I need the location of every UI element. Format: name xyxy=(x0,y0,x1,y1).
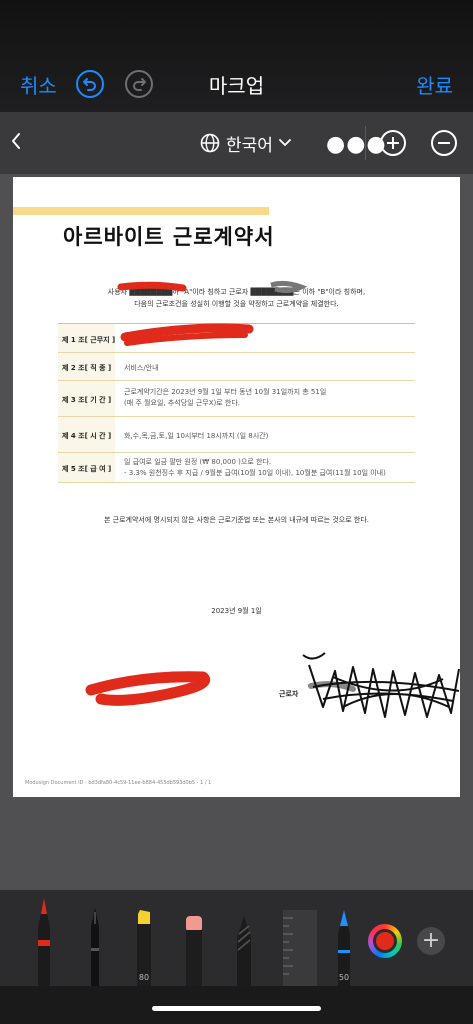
signature-scribble xyxy=(302,652,460,718)
clause-label: 제 2 조[ 직 종 ] xyxy=(62,364,112,372)
clause-label: 제 5 조[ 급 여 ] xyxy=(62,465,112,473)
red-redaction-stroke xyxy=(85,671,211,706)
clause-row: 제 1 조[ 근무지 ] 20 xyxy=(58,323,415,353)
document-page[interactable]: 아르바이트 근로계약서 사용자 ████████하 "A"이라 칭하고 근로자 … xyxy=(13,177,460,797)
page-title: 마크업 xyxy=(208,74,265,98)
pencil-size-label: 50 xyxy=(338,973,350,982)
pen-tool[interactable] xyxy=(31,890,57,986)
color-picker-icon[interactable] xyxy=(368,924,402,958)
fine-pen-tool[interactable] xyxy=(82,890,108,986)
clause-label: 제 3 조[ 기 간 ] xyxy=(62,396,112,404)
clause-value-line2: (매 주 월요일, 추석당일 근무X)로 한다. xyxy=(124,399,240,407)
home-indicator[interactable] xyxy=(152,1006,321,1011)
clause-value: 서비스/안내 xyxy=(124,364,159,372)
highlighter-tool[interactable]: 80 xyxy=(131,890,157,986)
clause-value: 근로계약기간은 2023년 9월 1일 부터 동년 10월 31일까지 총 51… xyxy=(124,388,327,396)
zoom-out-icon[interactable] xyxy=(430,129,458,161)
document-title: 아르바이트 근로계약서 xyxy=(63,225,275,249)
navigation-bar: 취소 마크업 완료 xyxy=(0,0,473,112)
highlighter-size-label: 80 xyxy=(138,973,150,982)
toolbar-divider xyxy=(365,126,366,160)
clause-value: 일 급여로 일금 팔만 원정 (₩ 80,000 )으로 한다. xyxy=(124,458,272,466)
color-picker-ring xyxy=(373,929,397,953)
ruler-tool[interactable] xyxy=(279,890,319,986)
clause-label: 제 1 조[ 근무지 ] xyxy=(62,336,116,344)
markup-tools-palette: 80 50 + xyxy=(0,890,473,986)
eraser-tool[interactable] xyxy=(181,890,207,986)
clause-row: 제 3 조[ 기 간 ] 근로계약기간은 2023년 9월 1일 부터 동년 1… xyxy=(58,381,415,417)
document-toolbar: 한국어 ●●● xyxy=(0,112,473,174)
plus-icon: + xyxy=(421,928,441,953)
supplementary-note: 본 근로계약서에 명시되지 않은 사항은 근로기준법 또는 본사의 내규에 따르… xyxy=(104,516,369,524)
intro-line-1: 사용자 ████████하 "A"이라 칭하고 근로자 ████████은 이하… xyxy=(107,288,366,296)
gray-redaction-stroke xyxy=(308,681,356,692)
title-accent-bar xyxy=(13,207,269,215)
document-footer: Modusign Document ID : bd3dfa80-4c59-11e… xyxy=(25,780,212,786)
chevron-down-icon xyxy=(279,139,291,147)
back-chevron-icon[interactable] xyxy=(10,132,22,154)
language-selector[interactable]: 한국어 xyxy=(200,130,291,156)
clause-value-line2: - 3.3% 원천징수 후 지급 / 9월분 급여(10월 10일 이내), 1… xyxy=(124,469,386,477)
markup-canvas[interactable]: 아르바이트 근로계약서 사용자 ████████하 "A"이라 칭하고 근로자 … xyxy=(0,174,473,890)
home-indicator-area xyxy=(0,986,473,1024)
lasso-tool[interactable] xyxy=(231,890,257,986)
globe-icon xyxy=(200,133,220,153)
clause-row: 제 5 조[ 급 여 ] 일 급여로 일금 팔만 원정 (₩ 80,000 )으… xyxy=(58,453,415,483)
done-button[interactable]: 완료 xyxy=(416,70,453,99)
more-options-icon[interactable]: ●●● xyxy=(326,132,387,157)
pencil-tool[interactable]: 50 xyxy=(331,890,357,986)
add-tool-button[interactable]: + xyxy=(417,927,445,955)
clause-row: 제 2 조[ 직 종 ] 서비스/안내 xyxy=(58,353,415,381)
contract-date: 2023년 9월 1일 xyxy=(211,607,262,615)
clause-value: 20 xyxy=(124,335,133,343)
markup-ink-layer xyxy=(85,280,460,718)
clause-value: 화,수,목,금,토,일 10시부터 18시까지 (일 8시간) xyxy=(124,432,269,440)
clause-row: 제 4 조[ 시 간 ] 화,수,목,금,토,일 10시부터 18시까지 (일 … xyxy=(58,417,415,453)
selected-color-swatch xyxy=(376,932,394,950)
clause-label: 제 4 조[ 시 간 ] xyxy=(62,432,112,440)
intro-line-2: 다음의 근로조건을 성실히 이행할 것을 약정하고 근로계약을 체결한다. xyxy=(134,300,339,308)
language-label: 한국어 xyxy=(226,135,273,156)
employee-label: 근로자 xyxy=(279,690,299,698)
zoom-in-icon[interactable] xyxy=(379,129,407,161)
